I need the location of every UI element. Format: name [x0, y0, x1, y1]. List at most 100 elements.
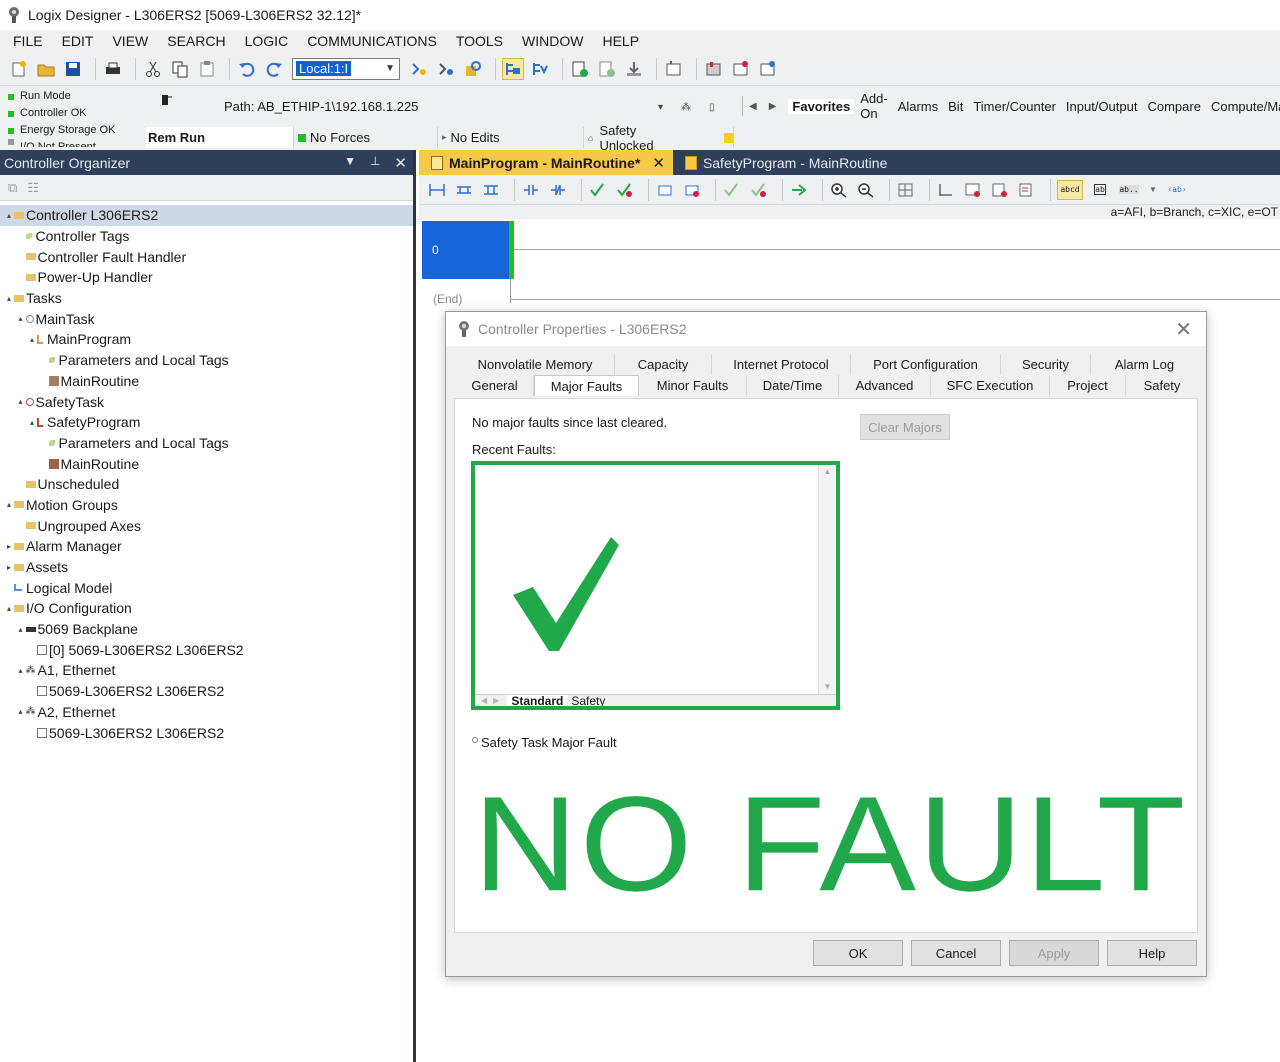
tab-minor-faults[interactable]: Minor Faults [639, 375, 747, 396]
tab-prev-icon[interactable]: ◀ [481, 696, 487, 705]
tree-item[interactable]: Controller Fault Handler [0, 246, 413, 267]
run-mode-status[interactable]: Rem Run [146, 127, 294, 148]
close-icon[interactable]: ✕ [394, 154, 407, 172]
collapse-icon[interactable]: ▴ [16, 397, 26, 406]
comm-path[interactable]: Path: AB_ETHIP-1\192.168.1.225 [224, 99, 418, 114]
tree-item[interactable]: ▴ SafetyTask [0, 391, 413, 412]
tab-project[interactable]: Project [1050, 375, 1126, 396]
tab-standard-faults[interactable]: Standard [507, 695, 568, 706]
tree-item[interactable]: Parameters and Local Tags [0, 433, 413, 454]
palette-tab-favorites[interactable]: Favorites [788, 98, 855, 114]
accept-edits-icon[interactable] [722, 180, 742, 200]
tab-capacity[interactable]: Capacity [615, 354, 712, 375]
collapse-icon[interactable]: ▴ [16, 314, 26, 323]
tree-item[interactable]: ▸ Alarm Manager [0, 536, 413, 557]
forces-status[interactable]: No Forces [294, 127, 438, 148]
tree-item[interactable]: ▴ MainTask [0, 308, 413, 329]
tree-item[interactable]: MainRoutine [0, 371, 413, 392]
help-button[interactable]: Help [1107, 940, 1197, 966]
collapse-icon[interactable]: ▴ [16, 707, 26, 716]
browse-icon[interactable] [435, 58, 457, 80]
tree-item[interactable]: 5069-L306ERS2 L306ERS2 [0, 722, 413, 743]
show-list-icon[interactable]: ☷ [27, 180, 39, 196]
start-pending-edits-icon[interactable] [655, 180, 675, 200]
menu-view[interactable]: VIEW [105, 33, 155, 49]
menu-communications[interactable]: COMMUNICATIONS [300, 33, 444, 49]
tab-internet-protocol[interactable]: Internet Protocol [712, 354, 851, 375]
finalize-edits-icon[interactable] [789, 180, 809, 200]
menu-help[interactable]: HELP [595, 33, 646, 49]
tab-next-icon[interactable]: ▶ [493, 696, 499, 705]
menu-edit[interactable]: EDIT [55, 33, 101, 49]
menu-search[interactable]: SEARCH [160, 33, 232, 49]
undo-icon[interactable] [236, 58, 258, 80]
tab-sfc-execution[interactable]: SFC Execution [931, 375, 1050, 396]
tree-item[interactable]: ▴ Motion Groups [0, 495, 413, 516]
download-icon[interactable] [623, 58, 645, 80]
verify-controller-icon[interactable] [502, 57, 524, 80]
tree-item[interactable]: Ungrouped Axes [0, 515, 413, 536]
new-project-icon[interactable] [8, 58, 30, 80]
accept-edits-icon[interactable] [596, 58, 618, 80]
xic-icon[interactable] [521, 180, 541, 200]
recent-faults-list[interactable]: ▲ ▼ ◀ ▶ Standard Safety [471, 461, 840, 710]
show-description-icon[interactable]: abcd [1057, 179, 1083, 200]
menu-logic[interactable]: LOGIC [238, 33, 296, 49]
scroll-up-icon[interactable]: ▲ [819, 465, 836, 479]
properties-icon[interactable] [963, 180, 983, 200]
online-icon[interactable] [663, 58, 685, 80]
collapse-icon[interactable]: ▴ [16, 625, 26, 634]
palette-tab-alarms[interactable]: Alarms [894, 99, 942, 114]
menu-file[interactable]: FILE [6, 33, 50, 49]
print-icon[interactable] [102, 58, 124, 80]
tab-safety[interactable]: Safety [1126, 375, 1198, 396]
palette-tab-add-on[interactable]: Add-On [856, 91, 891, 121]
palette-tab-input-output[interactable]: Input/Output [1062, 99, 1142, 114]
menu-window[interactable]: WINDOW [515, 33, 590, 49]
path-lock-icon[interactable]: ▯ [709, 102, 715, 113]
palette-tab-compute[interactable]: Compute/Ma [1207, 99, 1280, 114]
tab-safety-faults[interactable]: Safety [567, 695, 609, 706]
cancel-button[interactable]: Cancel [911, 940, 1001, 966]
tree-item[interactable]: ▴ 5069 Backplane [0, 619, 413, 640]
show-tag-description-icon[interactable]: ‹ab› [1165, 180, 1189, 200]
reject-edits-icon[interactable] [749, 180, 769, 200]
toggle-grid-icon[interactable] [896, 180, 916, 200]
collapse-icon[interactable]: ▴ [4, 294, 14, 303]
tag-path-combo[interactable]: Local:1:I ▼ [292, 57, 400, 80]
safety-lock-icon[interactable] [730, 58, 752, 80]
verify-rung-icon[interactable] [588, 180, 608, 200]
clear-majors-button[interactable]: Clear Majors [860, 414, 950, 440]
tree-item[interactable]: Parameters and Local Tags [0, 350, 413, 371]
expand-icon[interactable]: ▸ [4, 542, 14, 551]
palette-tab-bit[interactable]: Bit [944, 99, 967, 114]
tree-item[interactable]: ▴ MainProgram [0, 329, 413, 350]
tree-item[interactable]: ▴ SafetyProgram [0, 412, 413, 433]
collapse-icon[interactable]: ▴ [27, 335, 37, 344]
tree-item[interactable]: ▴ Tasks [0, 288, 413, 309]
tree-item[interactable]: Controller Tags [0, 226, 413, 247]
palette-tab-timer-counter[interactable]: Timer/Counter [969, 99, 1060, 114]
tab-general[interactable]: General [456, 375, 534, 396]
show-operand-icon[interactable]: ab.. [1117, 180, 1141, 200]
collapse-icon[interactable]: ▴ [4, 500, 14, 509]
copy-icon[interactable] [169, 58, 191, 80]
module-icon[interactable] [703, 58, 725, 80]
expand-icon[interactable]: ▸ [4, 563, 14, 572]
chevron-down-icon[interactable]: ▼ [344, 154, 356, 172]
test-edits-icon[interactable] [569, 58, 591, 80]
add-branch-icon[interactable] [454, 180, 474, 200]
tree-item[interactable]: ▴ I/O Configuration [0, 598, 413, 619]
open-folder-icon[interactable] [35, 58, 57, 80]
safety-lock-status[interactable]: ⌂ Safety Unlocked [584, 123, 734, 153]
collapse-icon[interactable]: ▴ [16, 666, 26, 675]
collapse-icon[interactable]: ▴ [27, 418, 37, 427]
trend-icon[interactable] [1017, 180, 1037, 200]
cross-reference-icon[interactable] [990, 180, 1010, 200]
close-icon[interactable]: ✕ [1175, 317, 1192, 342]
tab-date-time[interactable]: Date/Time [747, 375, 839, 396]
tab-advanced[interactable]: Advanced [839, 375, 931, 396]
zoom-in-icon[interactable] [829, 180, 849, 200]
show-tag-icon[interactable]: ab [1090, 180, 1110, 200]
rung-number[interactable]: 0 [422, 221, 509, 279]
